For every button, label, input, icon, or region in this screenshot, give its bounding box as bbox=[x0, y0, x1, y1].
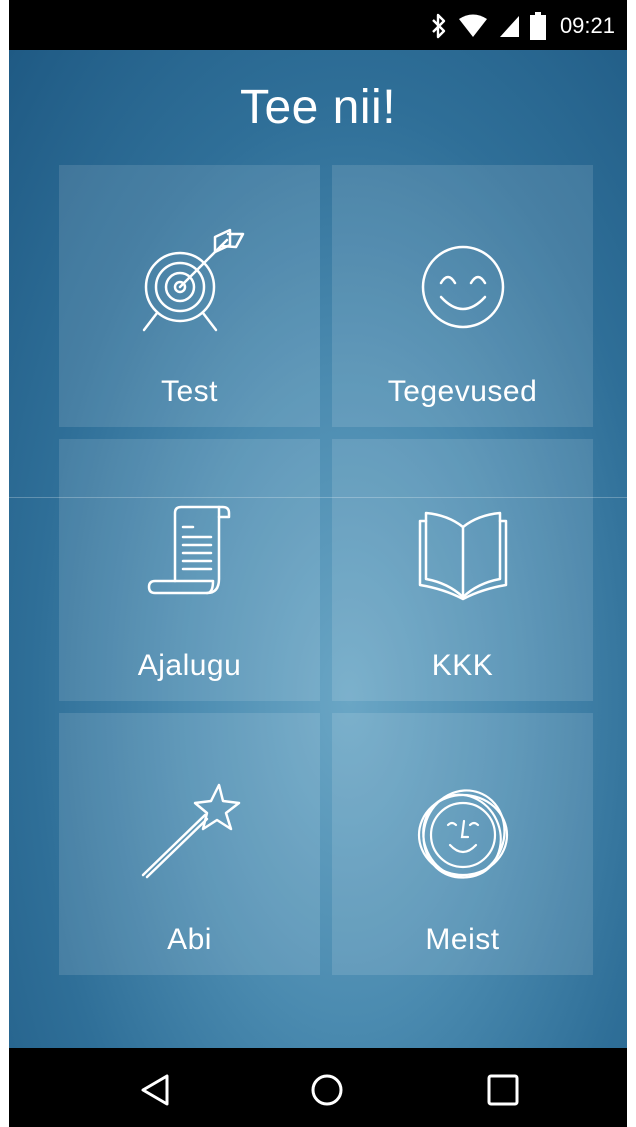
magic-wand-icon bbox=[141, 783, 240, 879]
status-icons: 09:21 bbox=[430, 10, 615, 42]
status-time: 09:21 bbox=[559, 13, 615, 38]
tile-label: Ajalugu bbox=[137, 649, 242, 682]
tile-meist[interactable]: Meist bbox=[332, 713, 593, 975]
app-screen: Tee nii! Test Tegevused Ajalugu KKK Abi … bbox=[9, 50, 627, 1048]
tile-label: KKK bbox=[431, 649, 494, 682]
tile-label: Meist bbox=[425, 923, 500, 956]
battery-icon bbox=[529, 12, 546, 40]
status-bar: 09:21 bbox=[9, 0, 627, 50]
tile-label: Test bbox=[160, 375, 219, 408]
tile-label: Tegevused bbox=[387, 375, 538, 408]
smiley-icon bbox=[421, 245, 504, 329]
navigation-bar bbox=[9, 1048, 627, 1127]
tile-kkk[interactable]: KKK bbox=[332, 439, 593, 701]
tile-tegevused[interactable]: Tegevused bbox=[332, 165, 593, 427]
face-logo-icon bbox=[417, 789, 508, 879]
target-icon bbox=[142, 228, 244, 332]
home-icon[interactable] bbox=[309, 1072, 345, 1108]
back-icon[interactable] bbox=[137, 1072, 173, 1108]
signal-icon bbox=[499, 16, 519, 37]
page-title: Tee nii! bbox=[239, 81, 397, 134]
tile-test[interactable]: Test bbox=[59, 165, 320, 427]
scroll-icon bbox=[147, 505, 230, 595]
tile-ajalugu[interactable]: Ajalugu bbox=[59, 439, 320, 701]
recents-icon[interactable] bbox=[485, 1072, 521, 1108]
wifi-icon bbox=[458, 14, 487, 37]
book-icon bbox=[418, 511, 507, 601]
tile-label: Abi bbox=[167, 923, 212, 956]
tile-abi[interactable]: Abi bbox=[59, 713, 320, 975]
bluetooth-icon bbox=[432, 13, 446, 39]
phone-frame: 09:21 Tee nii! Test Tegevused Ajalugu KK… bbox=[9, 0, 627, 1127]
